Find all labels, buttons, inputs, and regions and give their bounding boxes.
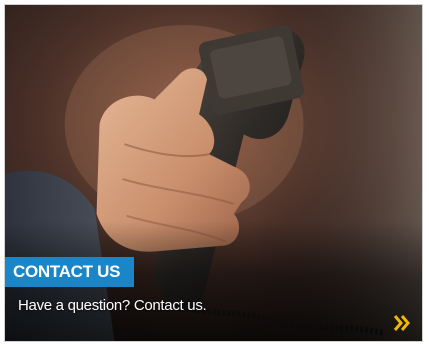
contact-us-card[interactable]: CONTACT US Have a question? Contact us. [4,4,423,342]
contact-us-subtitle: Have a question? Contact us. [18,297,207,314]
contact-us-badge[interactable]: CONTACT US [5,257,135,287]
double-chevron-right-icon[interactable] [392,313,412,333]
